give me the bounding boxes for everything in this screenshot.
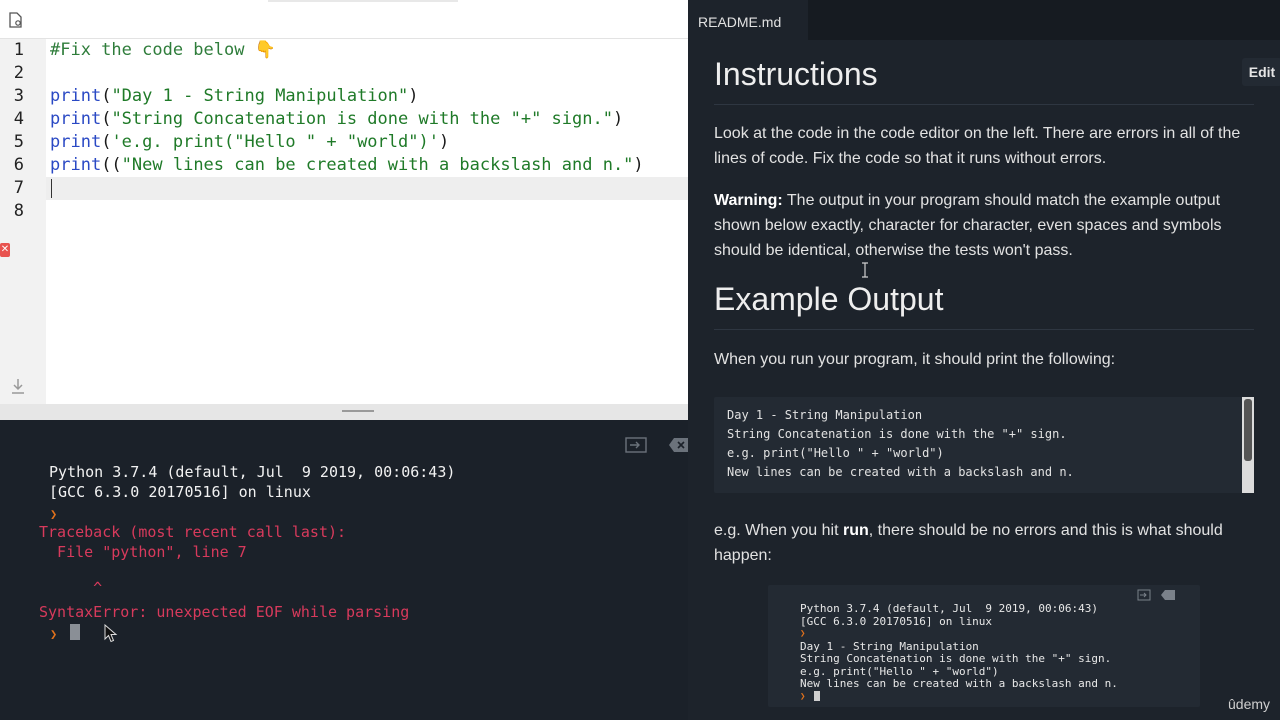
- code-punctuation: ): [408, 86, 419, 106]
- code-line[interactable]: print("Day 1 - String Manipulation"): [50, 85, 419, 108]
- code-keyword: print: [50, 109, 102, 129]
- error-marker-icon[interactable]: ✕: [0, 243, 10, 257]
- mouse-pointer-icon: [104, 624, 118, 643]
- example-output-code-block: Day 1 - String Manipulation String Concat…: [714, 397, 1254, 493]
- line-number: 7: [13, 178, 24, 198]
- code-block-scrollbar[interactable]: [1242, 397, 1254, 493]
- code-punctuation: (: [101, 109, 112, 129]
- code-string: "New lines can be created with a backsla…: [121, 155, 634, 175]
- console-prompt-icon: ❯: [50, 627, 58, 641]
- code-punctuation: ): [438, 132, 450, 152]
- example-intro: When you run your program, it should pri…: [714, 351, 1116, 368]
- console-line: [GCC 6.3.0 20170516] on linux: [800, 614, 993, 628]
- code-punctuation: (: [101, 86, 112, 106]
- console-line: Python 3.7.4 (default, Jul 9 2019, 00:06…: [800, 602, 1099, 615]
- udemy-logo: ûdemy: [1228, 696, 1271, 712]
- example-output-heading: Example Output: [714, 281, 944, 317]
- active-line-highlight: [46, 177, 688, 200]
- console-mode-icon: [1137, 589, 1151, 601]
- code-string: "String Concatenation is done with the "…: [111, 109, 613, 129]
- console-prompt-icon: ❯: [50, 507, 58, 521]
- instructions-paragraph: Look at the code in the code editor on t…: [714, 125, 1241, 167]
- line-number: 6: [13, 155, 24, 175]
- console-line: [GCC 6.3.0 20170516] on linux: [49, 483, 311, 501]
- console-line: File "python", line 7: [39, 543, 247, 561]
- code-punctuation: ): [633, 155, 644, 175]
- example-console-screenshot: Python 3.7.4 (default, Jul 9 2019, 00:06…: [768, 585, 1200, 707]
- example-output-line: String Concatenation is done with the "+…: [727, 427, 1067, 441]
- code-punctuation: (: [101, 132, 112, 152]
- text-cursor-icon: [862, 262, 868, 278]
- console-line: ^: [39, 579, 103, 597]
- code-line[interactable]: print('e.g. print("Hello " + "world")'): [50, 131, 449, 154]
- editor-toolbar: [0, 0, 688, 39]
- toolbar-divider: [268, 0, 458, 2]
- clear-console-icon[interactable]: [668, 437, 690, 453]
- console-line: New lines can be created with a backslas…: [800, 677, 1118, 690]
- console-prompt-icon: ❯: [800, 629, 806, 639]
- heading-divider: [714, 329, 1254, 330]
- line-number: 5: [13, 132, 24, 152]
- console-line: SyntaxError: unexpected EOF while parsin…: [39, 603, 410, 621]
- edit-button[interactable]: Edit: [1242, 58, 1280, 86]
- code-line[interactable]: print("String Concatenation is done with…: [50, 108, 623, 131]
- tab-readme[interactable]: README.md: [688, 0, 808, 40]
- heading-divider: [714, 104, 1254, 105]
- console-prompt-icon: ❯: [800, 691, 806, 702]
- code-keyword: print: [50, 86, 102, 106]
- code-line[interactable]: print(("New lines can be created with a …: [50, 154, 644, 177]
- code-string: 'e.g. print("Hello " + "world")': [111, 132, 439, 152]
- instructions-heading: Instructions: [714, 56, 878, 92]
- code-punctuation: ): [612, 109, 624, 129]
- console-line: Python 3.7.4 (default, Jul 9 2019, 00:06…: [49, 463, 456, 481]
- line-number: 2: [13, 63, 24, 83]
- code-string: "Day 1 - String Manipulation": [111, 86, 409, 106]
- example-output-line: New lines can be created with a backslas…: [727, 465, 1074, 479]
- splitter-grip[interactable]: [342, 410, 374, 412]
- line-number: 3: [13, 86, 24, 106]
- file-settings-icon[interactable]: [9, 12, 23, 28]
- code-comment: #Fix the code below 👇: [50, 40, 276, 60]
- scrollbar-thumb[interactable]: [1244, 399, 1252, 461]
- code-keyword: print: [50, 155, 102, 175]
- code-line[interactable]: #Fix the code below 👇: [50, 39, 276, 62]
- code-punctuation: ((: [101, 155, 122, 175]
- download-icon[interactable]: [10, 378, 26, 396]
- code-editor[interactable]: ✕ 12345678 #Fix the code below 👇 print("D…: [0, 0, 688, 404]
- example-output-line: Day 1 - String Manipulation: [727, 408, 923, 422]
- readme-panel: README.md Edit Instructions Look at the …: [688, 0, 1280, 720]
- run-keyword: run: [842, 522, 869, 539]
- readme-tab-bar: README.md: [688, 0, 1280, 40]
- console-cursor: [70, 624, 80, 640]
- example-output-line: e.g. print("Hello " + "world"): [727, 446, 944, 460]
- code-keyword: print: [50, 132, 102, 152]
- run-text-before: e.g. When you hit: [714, 522, 843, 539]
- console-panel[interactable]: Python 3.7.4 (default, Jul 9 2019, 00:06…: [0, 420, 690, 720]
- clear-console-icon: [1161, 590, 1175, 600]
- warning-label: Warning:: [714, 192, 783, 209]
- warning-paragraph: Warning: The output in your program shou…: [714, 188, 1262, 263]
- console-line: String Concatenation is done with the "+…: [800, 652, 1112, 665]
- warning-text: The output in your program should match …: [714, 192, 1222, 259]
- console-cursor: [814, 691, 820, 701]
- text-cursor: [51, 179, 52, 198]
- console-line: Traceback (most recent call last):: [39, 523, 347, 541]
- line-number: 4: [13, 109, 24, 129]
- run-paragraph: e.g. When you hit run, there should be n…: [714, 518, 1262, 568]
- line-number: 1: [13, 40, 24, 60]
- pane-splitter[interactable]: [0, 404, 688, 420]
- console-mode-icon[interactable]: [624, 436, 648, 454]
- line-number: 8: [13, 201, 24, 221]
